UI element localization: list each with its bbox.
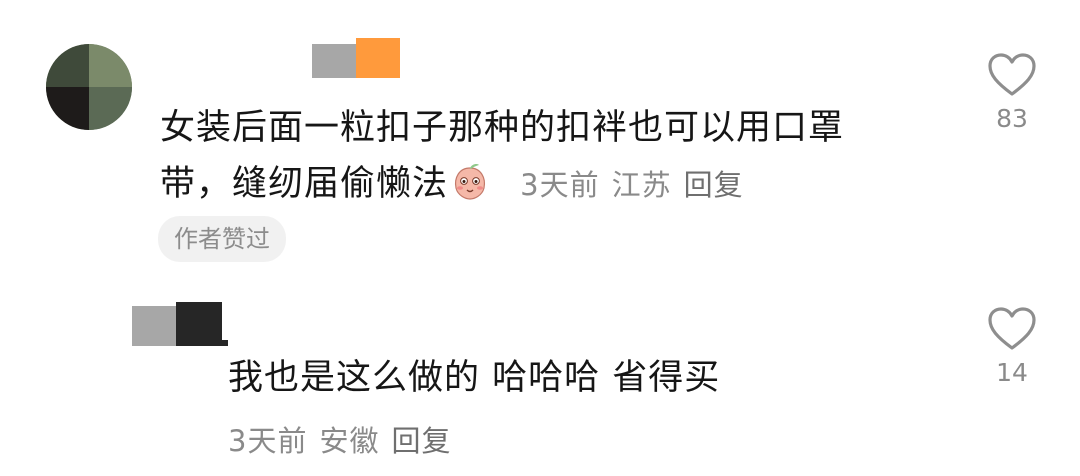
avatar-mosaic-tile bbox=[46, 87, 89, 130]
comment-location: 安徽 bbox=[319, 424, 380, 458]
comment-text[interactable]: 我也是这么做的 哈哈哈 省得买 bbox=[228, 350, 948, 406]
comment-location: 江苏 bbox=[611, 168, 672, 202]
comment-line: 女装后面一粒扣子那种的扣袢也可以用口罩 bbox=[160, 108, 845, 148]
comment-meta: 3天前 安徽 回复 bbox=[228, 418, 463, 460]
censor-block bbox=[132, 306, 176, 346]
comment-text[interactable]: 女装后面一粒扣子那种的扣袢也可以用口罩 带，缝纫届偷懒法 3天前 江苏 回复 bbox=[160, 100, 940, 213]
comment-time: 3天前 bbox=[228, 424, 308, 458]
comment-time: 3天前 bbox=[520, 168, 600, 202]
heart-outline-icon bbox=[988, 53, 1036, 96]
censor-block bbox=[356, 38, 400, 78]
heart-outline-icon bbox=[988, 307, 1036, 350]
author-liked-badge: 作者赞过 bbox=[158, 216, 286, 262]
comment-line: 带，缝纫届偷懒法 3天前 江苏 回复 bbox=[160, 156, 940, 213]
censor-block bbox=[312, 44, 356, 78]
like-count: 14 bbox=[996, 358, 1028, 387]
username-censored[interactable] bbox=[132, 300, 228, 348]
reply-button[interactable]: 回复 bbox=[391, 424, 451, 458]
avatar-mosaic-tile bbox=[46, 44, 89, 87]
username-censored[interactable] bbox=[312, 38, 400, 78]
avatar-mosaic-tile bbox=[89, 44, 132, 87]
avatar[interactable] bbox=[46, 44, 132, 130]
censor-block bbox=[222, 340, 228, 346]
like-button[interactable]: 83 bbox=[972, 52, 1052, 133]
blushing-peach-emoji bbox=[454, 164, 486, 200]
like-button[interactable]: 14 bbox=[972, 306, 1052, 387]
comment-meta: 3天前 江苏 回复 bbox=[520, 168, 755, 202]
reply-button[interactable]: 回复 bbox=[684, 168, 744, 202]
avatar-mosaic-tile bbox=[89, 87, 132, 130]
like-count: 83 bbox=[996, 104, 1028, 133]
censor-block bbox=[176, 302, 222, 346]
